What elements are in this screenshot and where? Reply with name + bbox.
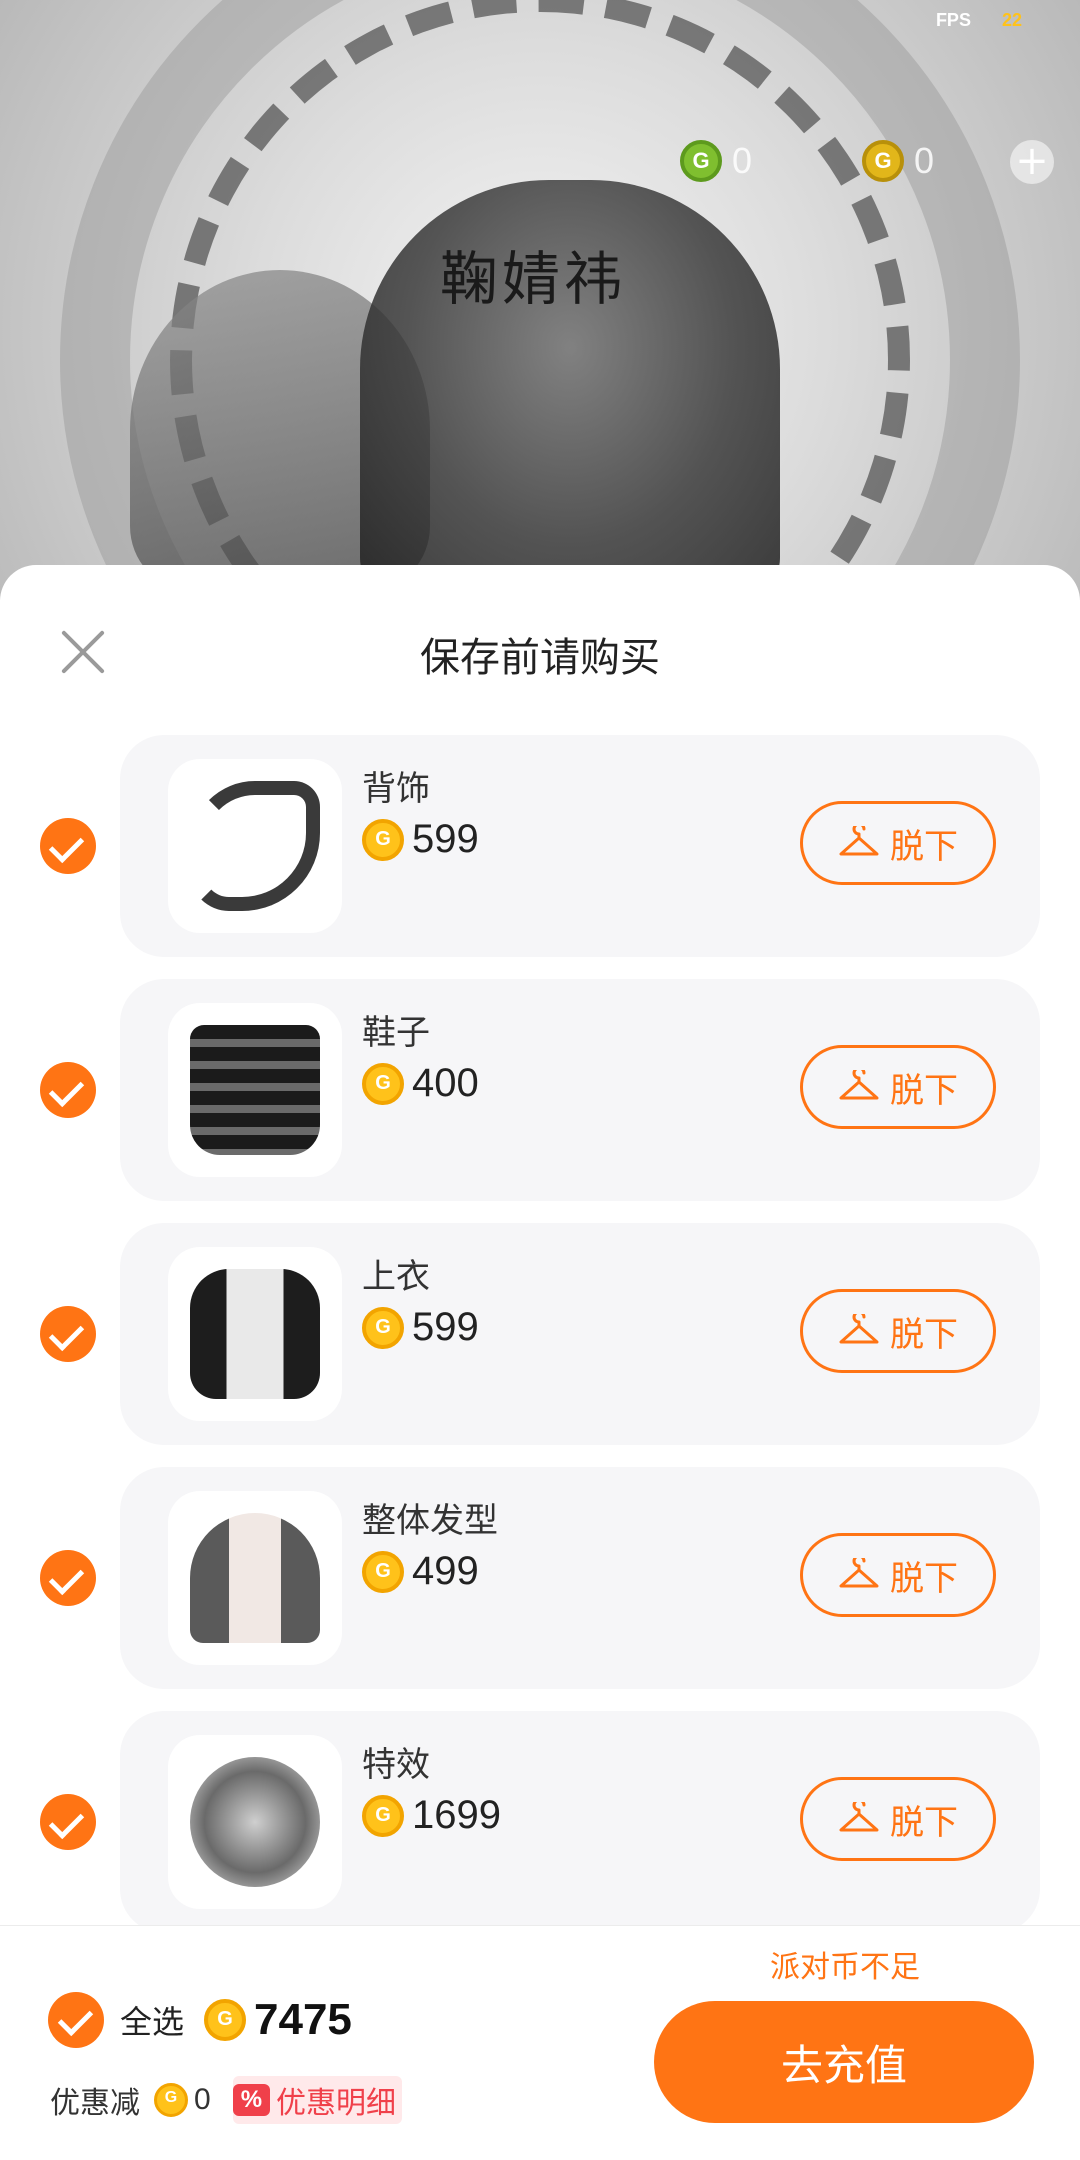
hanger-icon xyxy=(839,1802,879,1832)
recharge-button[interactable]: 去充值 xyxy=(654,2001,1034,2123)
avatar-scene-background: 鞠婧祎 xyxy=(0,0,1080,600)
item-checkbox-icon[interactable] xyxy=(40,818,96,874)
gold-coin-icon xyxy=(862,140,904,182)
coin-icon xyxy=(362,818,404,861)
item-checkbox-icon[interactable] xyxy=(40,1550,96,1606)
hanger-icon xyxy=(839,1558,879,1588)
discount-detail-label: 优惠明细 xyxy=(276,2086,397,2121)
total-price: 7475 xyxy=(204,1995,352,2045)
hairstyle-icon xyxy=(190,1513,320,1643)
item-card[interactable]: 特效 1699 脱下 xyxy=(120,1711,1040,1933)
percent-badge-icon: % xyxy=(232,2084,271,2116)
item-name: 背饰 xyxy=(362,769,430,809)
item-price: 599 xyxy=(362,1305,479,1350)
fps-label: FPS xyxy=(935,10,971,30)
checkout-bar: 派对币不足 全选 7475 优惠减 0 % 优惠明细 去充值 xyxy=(0,1925,1080,2160)
take-off-label: 脱下 xyxy=(890,1558,958,1599)
item-name: 整体发型 xyxy=(362,1501,498,1541)
list-item: 特效 1699 脱下 xyxy=(0,1711,1080,1933)
list-item: 整体发型 499 脱下 xyxy=(0,1467,1080,1689)
fps-value: 22 xyxy=(1001,10,1022,30)
coin-icon xyxy=(154,2083,188,2117)
take-off-button[interactable]: 脱下 xyxy=(800,801,996,885)
coin-icon xyxy=(362,1550,404,1593)
item-price-value: 599 xyxy=(412,817,479,861)
item-thumbnail xyxy=(168,1491,342,1665)
item-thumbnail xyxy=(168,1247,342,1421)
dragon-effect-icon xyxy=(190,1757,320,1887)
green-coin-icon xyxy=(680,140,722,182)
list-item: 鞋子 400 脱下 xyxy=(0,979,1080,1201)
take-off-button[interactable]: 脱下 xyxy=(800,1777,996,1861)
hanger-icon xyxy=(839,1314,879,1344)
add-coins-button[interactable]: + xyxy=(1010,140,1054,184)
item-name: 鞋子 xyxy=(362,1013,430,1053)
discount-detail-link[interactable]: % 优惠明细 xyxy=(232,2076,403,2124)
list-item: 上衣 599 脱下 xyxy=(0,1223,1080,1445)
item-price-value: 499 xyxy=(412,1549,479,1593)
hanger-icon xyxy=(839,1070,879,1100)
select-all[interactable]: 全选 7475 xyxy=(48,1992,352,2048)
take-off-label: 脱下 xyxy=(890,1802,958,1843)
item-card[interactable]: 上衣 599 脱下 xyxy=(120,1223,1040,1445)
take-off-label: 脱下 xyxy=(890,826,958,867)
discount-row: 优惠减 0 % 优惠明细 xyxy=(50,2076,403,2124)
take-off-button[interactable]: 脱下 xyxy=(800,1289,996,1373)
hanger-icon xyxy=(839,826,879,856)
take-off-label: 脱下 xyxy=(890,1070,958,1111)
insufficient-balance-hint: 派对币不足 xyxy=(770,1950,920,1985)
fps-counter: FPS 22 xyxy=(936,10,1022,31)
item-price-value: 599 xyxy=(412,1305,479,1349)
item-price: 1699 xyxy=(362,1793,501,1838)
green-coin-amount: 0 xyxy=(732,140,753,181)
gold-coin-balance: 0 xyxy=(862,140,934,182)
item-price-value: 1699 xyxy=(412,1793,501,1837)
item-price: 400 xyxy=(362,1061,479,1106)
item-card[interactable]: 鞋子 400 脱下 xyxy=(120,979,1040,1201)
item-name: 特效 xyxy=(362,1745,430,1785)
discount-label: 优惠减 xyxy=(50,2086,140,2121)
item-name: 上衣 xyxy=(362,1257,430,1297)
item-thumbnail xyxy=(168,1735,342,1909)
item-checkbox-icon[interactable] xyxy=(40,1062,96,1118)
coin-icon xyxy=(362,1062,404,1105)
avatar-nameplate: 鞠婧祎 xyxy=(440,245,627,313)
gold-coin-amount: 0 xyxy=(914,140,935,181)
take-off-button[interactable]: 脱下 xyxy=(800,1045,996,1129)
item-thumbnail xyxy=(168,1003,342,1177)
item-thumbnail xyxy=(168,759,342,933)
item-card[interactable]: 背饰 599 脱下 xyxy=(120,735,1040,957)
select-all-label: 全选 xyxy=(120,2003,185,2041)
list-item: 背饰 599 脱下 xyxy=(0,735,1080,957)
green-coin-balance: 0 xyxy=(680,140,752,182)
total-price-value: 7475 xyxy=(254,1995,352,2044)
jacket-icon xyxy=(190,1269,320,1399)
coin-icon xyxy=(362,1794,404,1837)
item-price: 599 xyxy=(362,817,479,862)
coin-icon xyxy=(362,1306,404,1349)
purchase-sheet: 保存前请购买 背饰 599 脱下 鞋子 xyxy=(0,565,1080,2160)
select-all-checkbox-icon[interactable] xyxy=(48,1992,104,2048)
boots-icon xyxy=(190,1025,320,1155)
item-checkbox-icon[interactable] xyxy=(40,1794,96,1850)
sheet-title: 保存前请购买 xyxy=(420,635,660,681)
take-off-button[interactable]: 脱下 xyxy=(800,1533,996,1617)
discount-amount: 0 xyxy=(194,2083,211,2116)
coin-icon xyxy=(204,1999,247,2041)
item-card[interactable]: 整体发型 499 脱下 xyxy=(120,1467,1040,1689)
item-checkbox-icon[interactable] xyxy=(40,1306,96,1362)
dragon-back-accessory-icon xyxy=(190,781,320,911)
item-price-value: 400 xyxy=(412,1061,479,1105)
item-price: 499 xyxy=(362,1549,479,1594)
take-off-label: 脱下 xyxy=(890,1314,958,1355)
